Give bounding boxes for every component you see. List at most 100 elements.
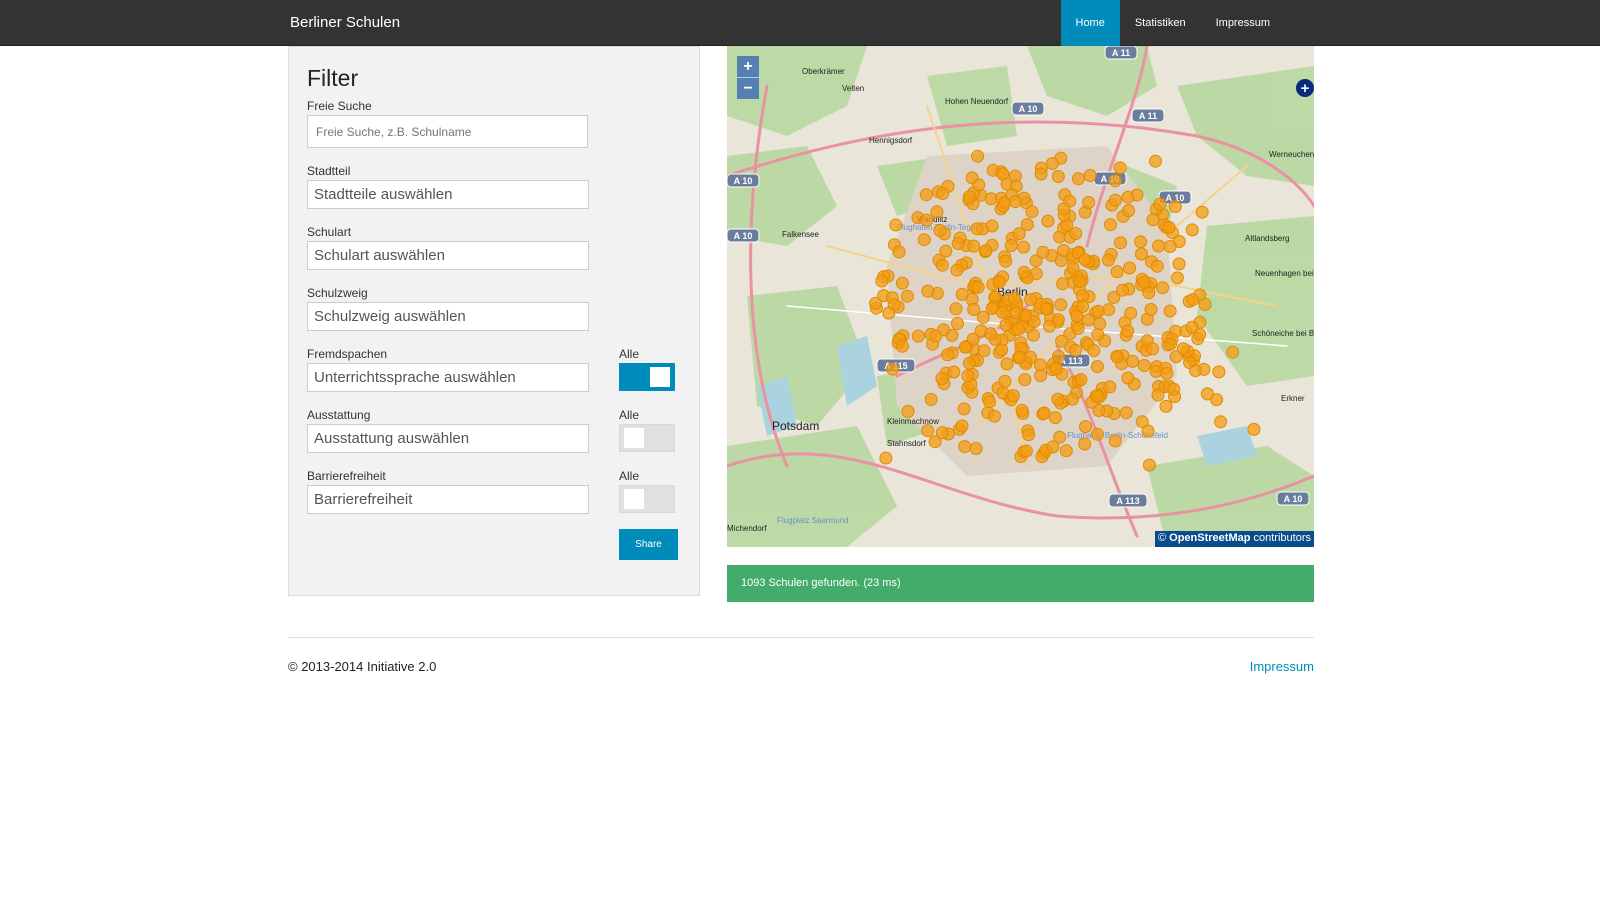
school-branch-select[interactable]: Schulzweig auswählen [307,302,589,331]
school-marker[interactable] [879,451,893,465]
school-marker[interactable] [1195,205,1209,219]
school-marker[interactable] [1083,169,1097,182]
school-marker[interactable] [1119,406,1133,420]
school-marker[interactable] [984,192,998,206]
school-marker[interactable] [1090,389,1104,403]
school-marker[interactable] [1124,306,1138,320]
school-marker[interactable] [1146,213,1160,227]
school-marker[interactable] [1048,411,1062,425]
school-marker[interactable] [977,344,991,358]
school-marker[interactable] [1006,389,1020,403]
school-marker[interactable] [1116,283,1129,297]
school-marker[interactable] [995,343,1009,357]
school-marker[interactable] [1153,197,1167,211]
school-marker[interactable] [1103,380,1117,394]
footer-impressum-link[interactable]: Impressum [1250,659,1314,674]
school-marker[interactable] [955,419,969,433]
school-marker[interactable] [1078,437,1092,451]
school-marker[interactable] [1071,172,1085,186]
school-marker[interactable] [999,318,1013,332]
school-marker[interactable] [1056,277,1070,291]
school-marker[interactable] [1054,298,1068,312]
school-marker[interactable] [1110,350,1124,364]
school-marker[interactable] [1121,324,1135,338]
languages-toggle[interactable] [619,363,675,391]
accessibility-select[interactable]: Barrierefreiheit [307,485,589,514]
school-marker[interactable] [901,404,915,418]
school-marker[interactable] [996,167,1010,181]
school-marker[interactable] [1008,195,1022,208]
school-marker[interactable] [936,187,950,200]
school-marker[interactable] [1093,317,1107,331]
school-marker[interactable] [1214,415,1228,429]
school-marker[interactable] [1185,320,1199,334]
school-marker[interactable] [1046,440,1060,454]
school-marker[interactable] [930,205,944,219]
school-marker[interactable] [1057,244,1070,257]
school-marker[interactable] [1051,170,1065,183]
school-marker[interactable] [1114,236,1127,250]
school-marker[interactable] [1066,261,1080,275]
school-marker[interactable] [1135,415,1149,429]
school-marker[interactable] [1017,240,1031,254]
school-marker[interactable] [1017,265,1031,279]
school-marker[interactable] [1066,392,1079,406]
school-marker[interactable] [958,440,972,454]
school-marker[interactable] [950,263,964,277]
school-marker[interactable] [1078,253,1092,267]
school-marker[interactable] [935,258,949,272]
school-marker[interactable] [1163,240,1177,253]
school-marker[interactable] [1226,345,1240,359]
school-marker[interactable] [1101,253,1115,267]
school-marker[interactable] [1142,458,1156,472]
school-marker[interactable] [921,284,935,298]
school-marker[interactable] [1126,354,1140,368]
school-marker[interactable] [1019,308,1033,322]
school-marker[interactable] [1185,223,1199,237]
school-marker[interactable] [1149,154,1162,168]
school-marker[interactable] [1090,360,1104,374]
school-marker[interactable] [941,348,955,362]
school-marker[interactable] [1152,239,1166,253]
school-marker[interactable] [1164,337,1178,351]
school-marker[interactable] [984,327,997,341]
school-marker[interactable] [1150,259,1164,273]
school-marker[interactable] [1134,235,1148,249]
school-marker[interactable] [1057,202,1071,216]
school-marker[interactable] [1079,420,1092,434]
school-type-select[interactable]: Schulart auswählen [307,241,589,270]
school-marker[interactable] [933,223,947,237]
school-marker[interactable] [1144,303,1158,316]
school-marker[interactable] [1121,371,1135,385]
school-marker[interactable] [985,219,999,233]
school-marker[interactable] [972,178,986,192]
school-marker[interactable] [957,402,971,416]
school-marker[interactable] [919,188,933,202]
school-marker[interactable] [882,306,896,320]
accessibility-toggle[interactable] [619,485,675,513]
school-marker[interactable] [1121,190,1135,204]
school-marker[interactable] [1013,350,1027,364]
school-marker[interactable] [996,305,1009,319]
school-marker[interactable] [1051,392,1065,406]
school-marker[interactable] [979,244,993,258]
school-marker[interactable] [951,317,964,330]
school-marker[interactable] [962,356,976,370]
school-marker[interactable] [1091,427,1104,441]
school-marker[interactable] [1012,227,1026,241]
school-marker[interactable] [992,275,1006,289]
school-marker[interactable] [1019,444,1033,458]
school-marker[interactable] [967,302,981,316]
school-marker[interactable] [1200,387,1214,401]
nav-item-statistiken[interactable]: Statistiken [1120,0,1201,46]
school-marker[interactable] [900,289,914,303]
school-marker[interactable] [1160,366,1174,380]
school-marker[interactable] [1104,218,1117,232]
school-marker[interactable] [1041,214,1055,228]
school-marker[interactable] [969,442,983,455]
nav-item-home[interactable]: Home [1060,0,1120,46]
nav-item-impressum[interactable]: Impressum [1201,0,1285,46]
district-select[interactable]: Stadtteile auswählen [307,180,589,209]
school-marker[interactable] [1123,261,1136,275]
layers-plus-icon[interactable]: + [1296,79,1314,97]
